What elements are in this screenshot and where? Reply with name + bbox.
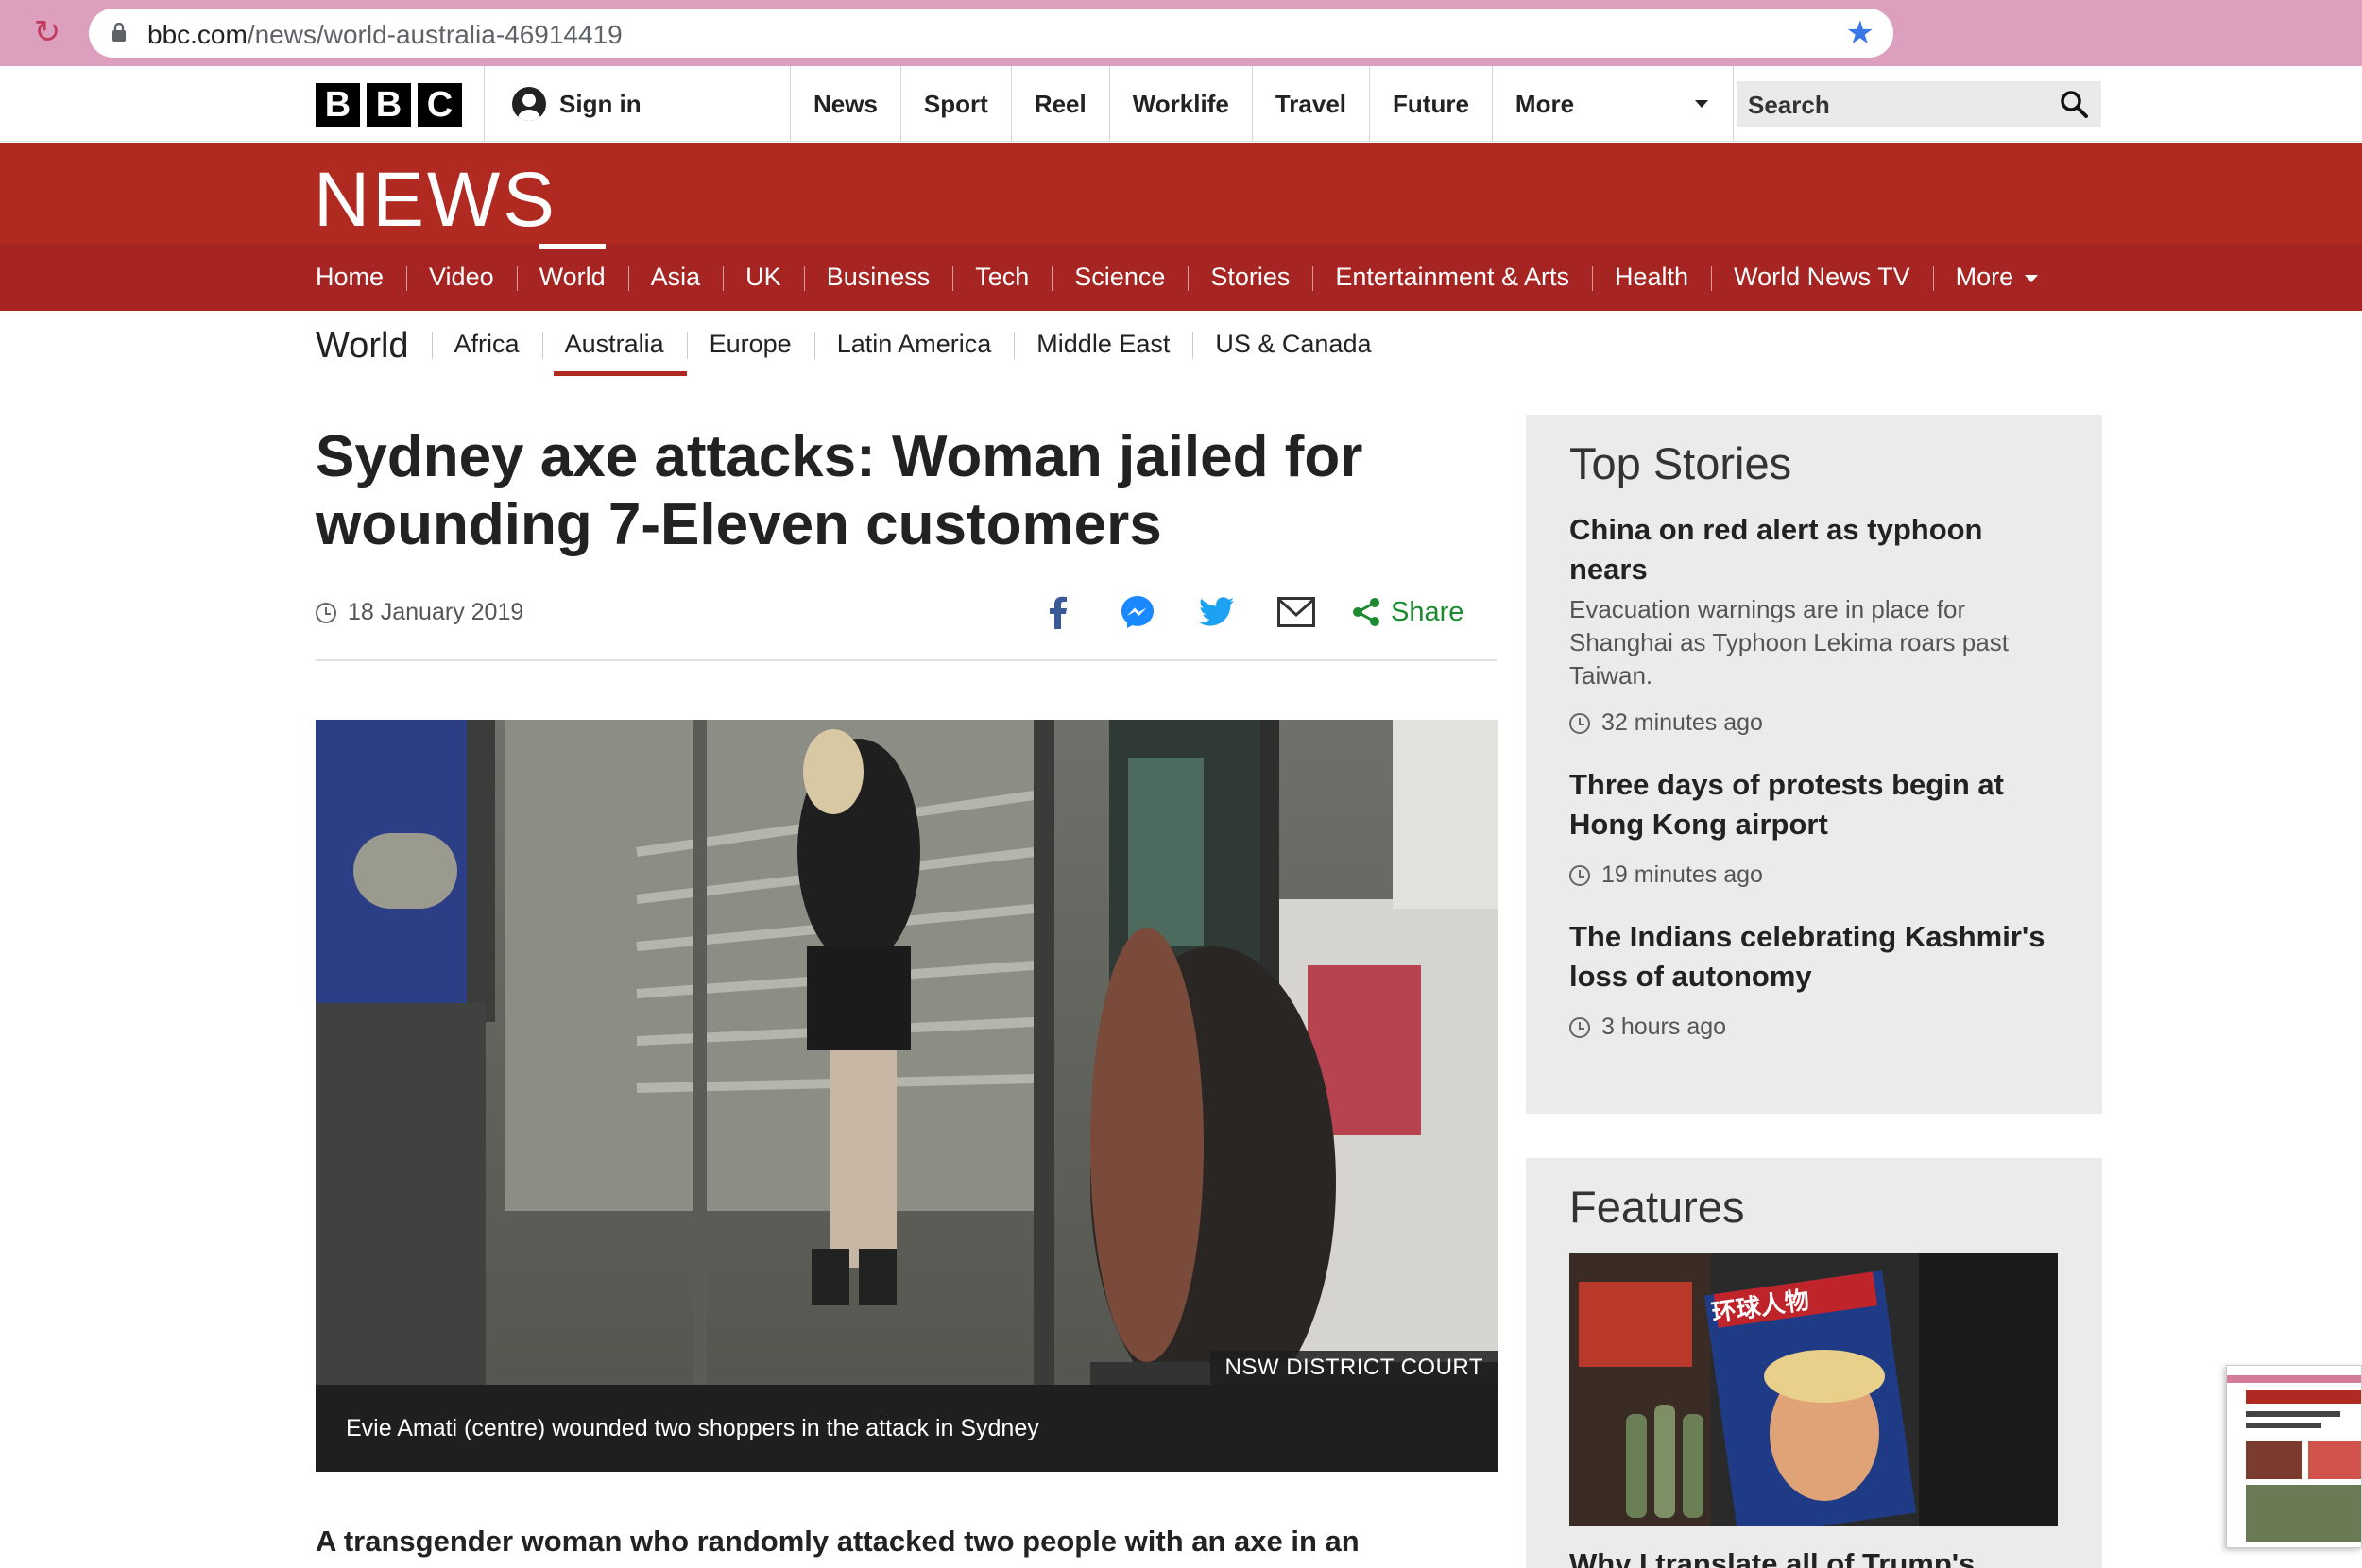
share-tools: Share xyxy=(1036,589,1463,635)
global-nav: News Sport Reel Worklife Travel Future M… xyxy=(790,66,1734,142)
tab-world-news-tv[interactable]: World News TV xyxy=(1711,244,1933,311)
world-subnav: World Africa Australia Europe Latin Amer… xyxy=(316,312,1394,380)
bbc-global-header: B B C Sign in News Sport Reel Worklife T… xyxy=(0,66,2362,142)
top-stories-panel: Top Stories China on red alert as typhoo… xyxy=(1526,415,2102,1114)
image-credit: NSW DISTRICT COURT xyxy=(1209,1351,1498,1385)
nav-news[interactable]: News xyxy=(790,66,900,142)
image-caption: Evie Amati (centre) wounded two shoppers… xyxy=(316,1385,1498,1472)
screenshot-thumbnail[interactable] xyxy=(2226,1365,2362,1548)
bookmark-star-icon[interactable]: ★ xyxy=(1846,16,1874,50)
features-heading: Features xyxy=(1569,1182,1745,1232)
twitter-icon[interactable] xyxy=(1194,589,1240,635)
tab-health[interactable]: Health xyxy=(1592,244,1711,311)
search-icon[interactable] xyxy=(2060,90,2088,118)
tab-more-label: More xyxy=(1955,263,2014,291)
facebook-icon[interactable] xyxy=(1036,589,1081,635)
subnav-latin-america[interactable]: Latin America xyxy=(813,312,1015,380)
article-date-text: 18 January 2019 xyxy=(348,599,524,625)
news-masthead: NEWS xyxy=(0,143,2362,244)
nav-future[interactable]: Future xyxy=(1369,66,1492,142)
article-date: 18 January 2019 xyxy=(316,599,523,626)
story-title[interactable]: China on red alert as typhoon nears xyxy=(1569,510,2059,589)
nav-sport[interactable]: Sport xyxy=(899,66,1011,142)
lock-icon xyxy=(112,23,126,42)
tab-asia[interactable]: Asia xyxy=(627,244,724,311)
email-icon[interactable] xyxy=(1274,589,1319,635)
bbc-logo[interactable]: B B C xyxy=(316,83,462,127)
feature-title[interactable]: Why I translate all of Trump's xyxy=(1569,1547,2059,1568)
search-box[interactable]: Search xyxy=(1737,81,2101,127)
story-time-text: 32 minutes ago xyxy=(1601,709,1763,736)
logo-letter: B xyxy=(316,83,360,127)
search-placeholder: Search xyxy=(1748,91,1830,119)
share-icon xyxy=(1353,598,1379,626)
features-panel: Features 环球人物 Why I translate all of Tru… xyxy=(1526,1158,2102,1568)
divider xyxy=(316,659,1497,661)
url-path: /news/world-australia-46914419 xyxy=(247,20,623,49)
share-button[interactable]: Share xyxy=(1351,597,1463,628)
sign-in-label: Sign in xyxy=(559,89,642,118)
top-stories-heading: Top Stories xyxy=(1569,438,1792,488)
tab-entertainment-arts[interactable]: Entertainment & Arts xyxy=(1312,244,1592,311)
subnav-us-canada[interactable]: US & Canada xyxy=(1192,312,1394,380)
list-item[interactable]: The Indians celebrating Kashmir's loss o… xyxy=(1569,917,2059,1041)
story-time: 19 minutes ago xyxy=(1569,861,2059,889)
clock-icon xyxy=(316,602,336,623)
nav-more-dropdown[interactable]: More xyxy=(1491,66,1734,142)
chevron-down-icon xyxy=(2025,274,2039,282)
article-main-image: NSW DISTRICT COURT xyxy=(316,720,1498,1385)
subnav-middle-east[interactable]: Middle East xyxy=(1014,312,1192,380)
clock-icon xyxy=(1569,1016,1590,1038)
magazine-photo xyxy=(1569,1253,2058,1526)
reload-icon[interactable]: ↻ xyxy=(28,13,66,51)
cctv-scene-image xyxy=(316,720,1498,1385)
chevron-down-icon xyxy=(1694,100,1708,108)
thumbnail-preview-image xyxy=(2227,1366,2361,1547)
logo-letter: C xyxy=(418,83,462,127)
list-item[interactable]: Three days of protests begin at Hong Kon… xyxy=(1569,765,2059,889)
story-time: 32 minutes ago xyxy=(1569,709,2059,737)
browser-toolbar: ↻ bbc.com/news/world-australia-46914419 … xyxy=(0,0,2362,66)
nav-travel[interactable]: Travel xyxy=(1251,66,1369,142)
story-summary: Evacuation warnings are in place for Sha… xyxy=(1569,595,2009,690)
tab-home[interactable]: Home xyxy=(316,244,406,311)
url-text: bbc.com/news/world-australia-46914419 xyxy=(147,20,623,50)
story-time-text: 3 hours ago xyxy=(1601,1014,1727,1040)
story-title[interactable]: The Indians celebrating Kashmir's loss o… xyxy=(1569,917,2059,997)
story-title[interactable]: Three days of protests begin at Hong Kon… xyxy=(1569,765,2059,844)
section-title[interactable]: World xyxy=(316,326,432,366)
clock-icon xyxy=(1569,864,1590,886)
tab-more[interactable]: More xyxy=(1932,244,2062,311)
tab-uk[interactable]: UK xyxy=(723,244,804,311)
news-wordmark[interactable]: NEWS xyxy=(314,156,557,245)
logo-letter: B xyxy=(367,83,411,127)
sign-in-link[interactable]: Sign in xyxy=(512,85,642,123)
story-time-text: 19 minutes ago xyxy=(1601,861,1763,888)
article-lede: A transgender woman who randomly attacke… xyxy=(316,1525,1360,1558)
tab-video[interactable]: Video xyxy=(406,244,517,311)
address-bar[interactable]: bbc.com/news/world-australia-46914419 ★ xyxy=(89,9,1893,58)
clock-icon xyxy=(1569,712,1590,734)
feature-image[interactable]: 环球人物 xyxy=(1569,1253,2058,1526)
share-label: Share xyxy=(1391,596,1464,627)
tab-world[interactable]: World xyxy=(516,244,628,311)
subnav-africa[interactable]: Africa xyxy=(431,312,542,380)
article-headline: Sydney axe attacks: Woman jailed for wou… xyxy=(316,424,1363,557)
url-domain: bbc.com xyxy=(147,20,248,49)
tab-science[interactable]: Science xyxy=(1052,244,1188,311)
tab-stories[interactable]: Stories xyxy=(1188,244,1312,311)
nav-more-label: More xyxy=(1515,90,1575,118)
user-icon xyxy=(512,87,546,121)
messenger-icon[interactable] xyxy=(1115,589,1160,635)
list-item[interactable]: China on red alert as typhoon nears Evac… xyxy=(1569,510,2059,737)
divider xyxy=(484,66,485,142)
news-section-nav: Home Video World Asia UK Business Tech S… xyxy=(0,244,2362,311)
tab-tech[interactable]: Tech xyxy=(952,244,1052,311)
tab-business[interactable]: Business xyxy=(803,244,953,311)
subnav-europe[interactable]: Europe xyxy=(686,312,814,380)
nav-worklife[interactable]: Worklife xyxy=(1108,66,1252,142)
story-time: 3 hours ago xyxy=(1569,1014,2059,1041)
nav-reel[interactable]: Reel xyxy=(1010,66,1109,142)
subnav-australia[interactable]: Australia xyxy=(541,312,687,380)
